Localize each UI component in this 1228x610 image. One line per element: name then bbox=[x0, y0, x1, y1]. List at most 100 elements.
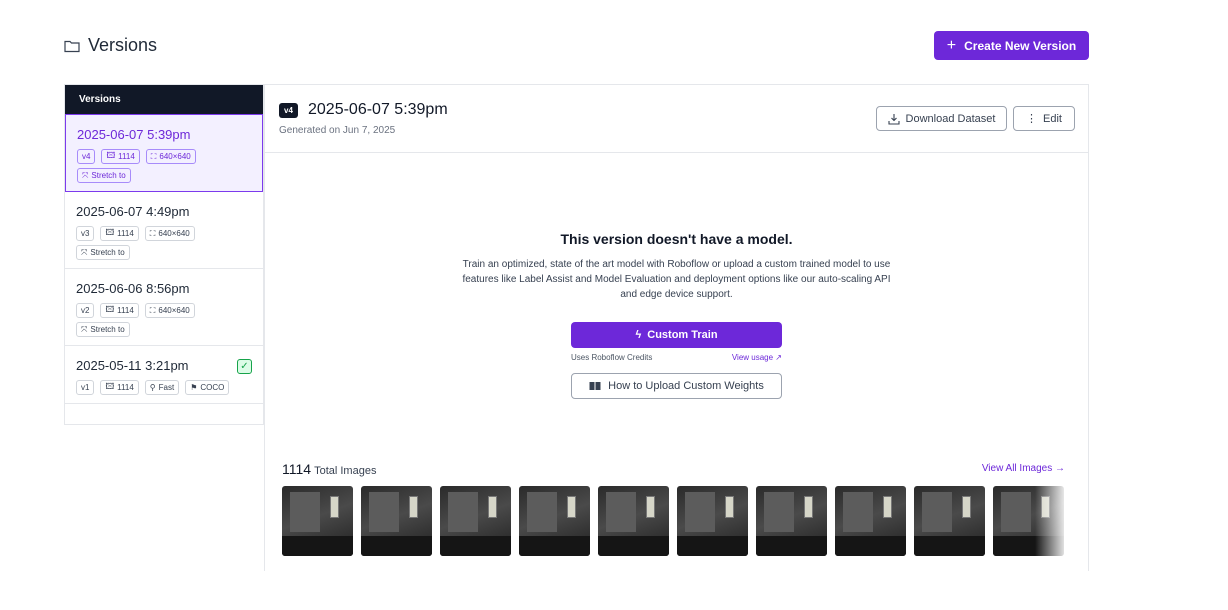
page-title-wrap: Versions bbox=[64, 35, 157, 56]
version-tag: v3 bbox=[76, 226, 95, 241]
image-icon: 🖾 bbox=[105, 227, 115, 237]
image-thumbnail[interactable] bbox=[361, 486, 432, 556]
stretch-tag-label: Stretch to bbox=[90, 325, 125, 334]
total-images-count: 1114 bbox=[282, 461, 312, 477]
version-tags: v2 🖾 1114 ⛶ 640×640 ⤧ Stretch to bbox=[76, 303, 252, 345]
stretch-tag-label: Stretch to bbox=[91, 171, 126, 180]
speed-tag: ⚲ Fast bbox=[144, 380, 180, 395]
image-thumbnail[interactable] bbox=[282, 486, 353, 556]
sidebar-heading: Versions bbox=[65, 85, 263, 114]
version-detail-header: v4 2025-06-07 5:39pm Generated on Jun 7,… bbox=[265, 85, 1088, 153]
image-count-tag-label: 1114 bbox=[117, 229, 134, 238]
empty-state-title: This version doesn't have a model. bbox=[560, 231, 793, 247]
stretch-tag-label: Stretch to bbox=[90, 248, 125, 257]
version-item-title: 2025-06-06 8:56pm bbox=[76, 281, 190, 296]
version-tags: v4 🖾 1114 ⛶ 640×640 ⤧ Stretch to bbox=[77, 149, 251, 191]
resize-tag: ⛶ 640×640 bbox=[145, 149, 196, 164]
image-thumbnail[interactable] bbox=[598, 486, 669, 556]
create-new-version-label: Create New Version bbox=[964, 38, 1077, 53]
stretch-tag: ⤧ Stretch to bbox=[76, 245, 130, 260]
model-check-icon: ✓ bbox=[237, 359, 252, 374]
version-tags: v3 🖾 1114 ⛶ 640×640 ⤧ Stretch to bbox=[76, 226, 252, 268]
credits-row: Uses Roboflow Credits View usage ↗ bbox=[571, 353, 782, 362]
version-item-v3[interactable]: 2025-06-07 4:49pm v3 🖾 1114 ⛶ 640×640 ⤧ Str… bbox=[65, 192, 263, 269]
image-count-tag: 🖾 1114 bbox=[100, 303, 139, 318]
stretch-icon: ⤧ bbox=[81, 247, 88, 257]
version-item-title: 2025-06-07 4:49pm bbox=[76, 204, 190, 219]
upload-custom-weights-label: How to Upload Custom Weights bbox=[608, 380, 764, 392]
version-item-v4[interactable]: 2025-06-07 5:39pm v4 🖾 1114 ⛶ 640×640 ⤧ Str… bbox=[65, 114, 263, 192]
version-tag: v2 bbox=[76, 303, 95, 318]
image-thumbnails bbox=[282, 486, 1065, 556]
image-count-tag-label: 1114 bbox=[118, 152, 135, 161]
version-item-title: 2025-06-07 5:39pm bbox=[77, 127, 191, 142]
thumbnail-fade bbox=[1035, 486, 1065, 556]
custom-train-button[interactable]: ϟ Custom Train bbox=[571, 322, 782, 348]
edit-label: Edit bbox=[1043, 112, 1062, 125]
resize-tag-label: 640×640 bbox=[159, 152, 191, 161]
version-tag: v1 bbox=[76, 380, 95, 395]
custom-train-label: Custom Train bbox=[647, 329, 718, 341]
credits-label: Uses Roboflow Credits bbox=[571, 353, 653, 362]
image-thumbnail[interactable] bbox=[756, 486, 827, 556]
version-tags: v1 🖾 1114 ⚲ Fast ⚑ COCO bbox=[76, 380, 252, 403]
folder-icon bbox=[64, 40, 80, 52]
edit-button[interactable]: ⋮ Edit bbox=[1013, 106, 1075, 131]
version-badge: v4 bbox=[279, 103, 298, 118]
image-thumbnail[interactable] bbox=[677, 486, 748, 556]
versions-sidebar: Versions 2025-06-07 5:39pm v4 🖾 1114 ⛶ 640… bbox=[64, 85, 264, 425]
version-item-title: 2025-05-11 3:21pm bbox=[76, 358, 189, 373]
total-images-label: Total Images bbox=[314, 465, 377, 477]
version-generated-date: Generated on Jun 7, 2025 bbox=[279, 125, 396, 136]
stretch-icon: ⤧ bbox=[82, 170, 89, 180]
images-header: 1114 Total Images View All Images → bbox=[282, 461, 1065, 479]
resize-tag: ⛶ 640×640 bbox=[144, 303, 195, 318]
image-icon: 🖾 bbox=[106, 150, 116, 160]
image-count-tag: 🖾 1114 bbox=[100, 380, 139, 395]
download-dataset-button[interactable]: Download Dataset bbox=[876, 106, 1007, 131]
resize-tag: ⛶ 640×640 bbox=[144, 226, 195, 241]
format-tag: ⚑ COCO bbox=[185, 380, 230, 395]
lightning-icon: ϟ bbox=[635, 329, 642, 341]
image-count-tag-label: 1114 bbox=[117, 383, 134, 392]
resize-icon: ⛶ bbox=[150, 151, 157, 161]
stretch-tag: ⤧ Stretch to bbox=[76, 322, 130, 337]
version-item-v2[interactable]: 2025-06-06 8:56pm v2 🖾 1114 ⛶ 640×640 ⤧ Str… bbox=[65, 269, 263, 346]
image-count-tag: 🖾 1114 bbox=[100, 226, 139, 241]
more-vertical-icon: ⋮ bbox=[1026, 113, 1038, 125]
image-thumbnail[interactable] bbox=[519, 486, 590, 556]
view-usage-link[interactable]: View usage ↗ bbox=[732, 353, 782, 362]
create-new-version-button[interactable]: + Create New Version bbox=[934, 31, 1089, 60]
stretch-tag: ⤧ Stretch to bbox=[77, 168, 131, 183]
version-detail: v4 2025-06-07 5:39pm Generated on Jun 7,… bbox=[264, 85, 1089, 571]
stretch-icon: ⤧ bbox=[81, 324, 88, 334]
image-thumbnail[interactable] bbox=[835, 486, 906, 556]
flag-icon: ⚑ bbox=[190, 383, 198, 392]
image-thumbnail[interactable] bbox=[440, 486, 511, 556]
empty-state-description: Train an optimized, state of the art mod… bbox=[462, 259, 891, 300]
image-icon: 🖾 bbox=[105, 381, 115, 391]
image-thumbnail[interactable] bbox=[914, 486, 985, 556]
resize-tag-label: 640×640 bbox=[158, 229, 190, 238]
book-icon bbox=[589, 382, 601, 390]
page-header: Versions + Create New Version bbox=[64, 31, 1089, 61]
image-count-tag-label: 1114 bbox=[117, 306, 134, 315]
download-dataset-label: Download Dataset bbox=[905, 112, 996, 125]
view-all-images-link[interactable]: View All Images → bbox=[982, 463, 1065, 474]
speed-icon: ⚲ bbox=[149, 383, 156, 392]
speed-tag-label: Fast bbox=[158, 383, 175, 392]
version-tag: v4 bbox=[77, 149, 96, 164]
plus-icon: + bbox=[946, 36, 957, 54]
versions-layout: Versions 2025-06-07 5:39pm v4 🖾 1114 ⛶ 640… bbox=[64, 84, 1089, 571]
version-item-v1[interactable]: 2025-05-11 3:21pm ✓ v1 🖾 1114 ⚲ Fast ⚑ COCO bbox=[65, 346, 263, 404]
download-icon bbox=[887, 113, 900, 125]
upload-custom-weights-button[interactable]: How to Upload Custom Weights bbox=[571, 373, 782, 399]
format-tag-label: COCO bbox=[200, 383, 225, 392]
image-icon: 🖾 bbox=[105, 304, 115, 314]
version-title: 2025-06-07 5:39pm bbox=[308, 101, 448, 118]
resize-tag-label: 640×640 bbox=[158, 306, 190, 315]
resize-icon: ⛶ bbox=[149, 228, 156, 238]
page-title: Versions bbox=[88, 35, 158, 55]
image-count-tag: 🖾 1114 bbox=[101, 149, 140, 164]
resize-icon: ⛶ bbox=[149, 305, 156, 315]
